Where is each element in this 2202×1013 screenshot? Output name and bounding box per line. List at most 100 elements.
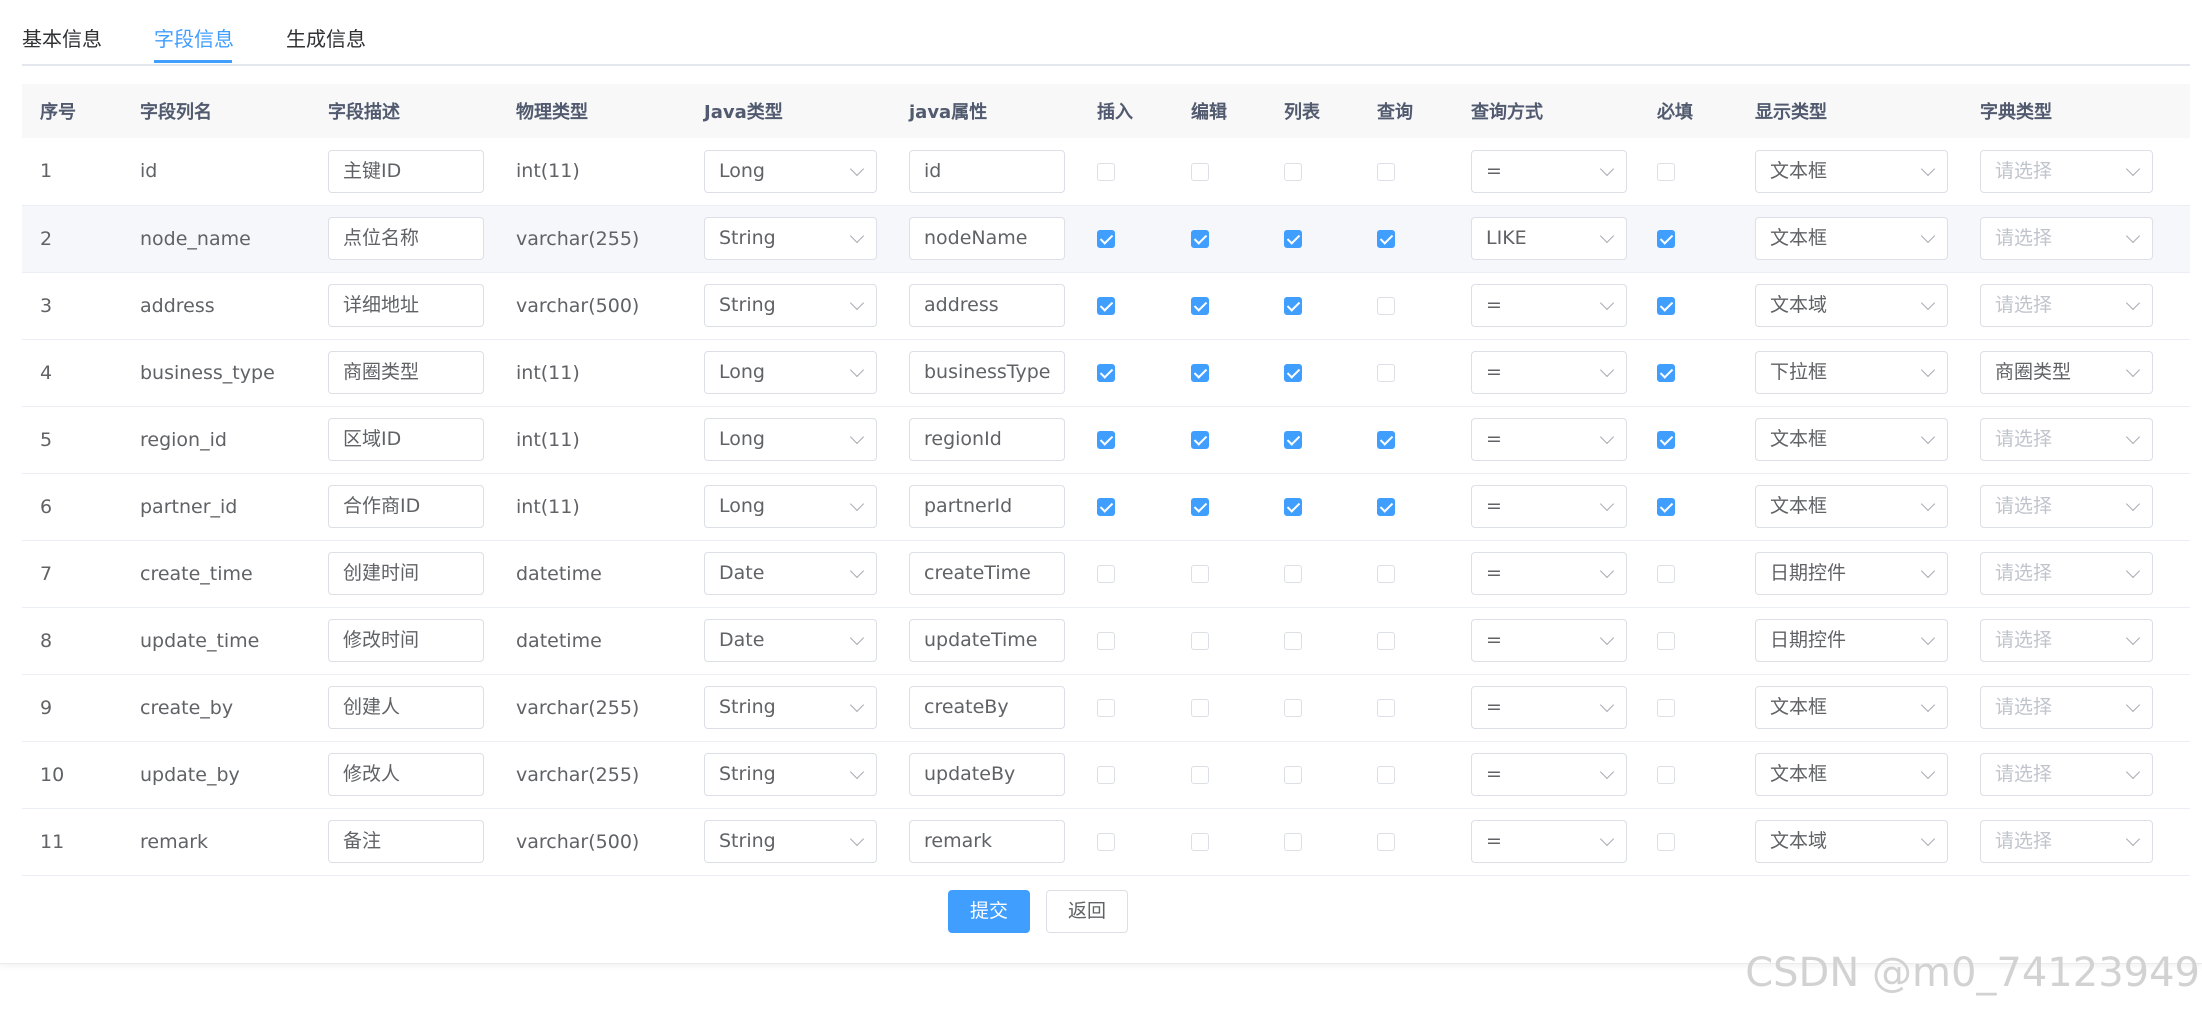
query-checkbox[interactable] xyxy=(1377,364,1395,382)
query-checkbox[interactable] xyxy=(1377,699,1395,717)
dict-type-select[interactable]: 请选择 xyxy=(1980,686,2153,729)
tab-basic-info[interactable]: 基本信息 xyxy=(22,23,102,52)
query-type-select[interactable]: = xyxy=(1471,485,1627,528)
tab-gen-info[interactable]: 生成信息 xyxy=(286,23,366,52)
html-type-select[interactable]: 文本框 xyxy=(1755,149,1948,193)
required-checkbox[interactable] xyxy=(1657,632,1675,650)
html-type-select[interactable]: 文本域 xyxy=(1755,820,1948,863)
edit-checkbox[interactable] xyxy=(1191,297,1209,315)
query-type-select[interactable]: = xyxy=(1471,418,1627,461)
insert-checkbox[interactable] xyxy=(1097,632,1115,650)
required-checkbox[interactable] xyxy=(1657,162,1675,181)
query-checkbox[interactable] xyxy=(1377,431,1395,449)
insert-checkbox[interactable] xyxy=(1097,431,1115,449)
query-checkbox[interactable] xyxy=(1377,162,1395,181)
query-checkbox[interactable] xyxy=(1377,833,1395,851)
edit-checkbox[interactable] xyxy=(1191,364,1209,382)
edit-checkbox[interactable] xyxy=(1191,431,1209,449)
description-input[interactable]: 创建人 xyxy=(328,686,484,729)
java-property-input[interactable]: remark xyxy=(909,820,1065,863)
html-type-select[interactable]: 日期控件 xyxy=(1755,619,1948,662)
description-input[interactable]: 创建时间 xyxy=(328,552,484,595)
insert-checkbox[interactable] xyxy=(1097,766,1115,784)
insert-checkbox[interactable] xyxy=(1097,565,1115,583)
list-checkbox[interactable] xyxy=(1284,766,1302,784)
description-input[interactable]: 修改时间 xyxy=(328,619,484,662)
html-type-select[interactable]: 下拉框 xyxy=(1755,351,1948,394)
java-type-select[interactable]: String xyxy=(704,753,877,796)
dict-type-select[interactable]: 商圈类型 xyxy=(1980,351,2153,394)
insert-checkbox[interactable] xyxy=(1097,162,1115,181)
dict-type-select[interactable]: 请选择 xyxy=(1980,284,2153,327)
query-type-select[interactable]: = xyxy=(1471,820,1627,863)
java-type-select[interactable]: String xyxy=(704,686,877,729)
description-input[interactable]: 备注 xyxy=(328,820,484,863)
list-checkbox[interactable] xyxy=(1284,632,1302,650)
java-property-input[interactable]: createTime xyxy=(909,552,1065,595)
dict-type-select[interactable]: 请选择 xyxy=(1980,217,2153,260)
edit-checkbox[interactable] xyxy=(1191,162,1209,181)
java-property-input[interactable]: partnerId xyxy=(909,485,1065,528)
required-checkbox[interactable] xyxy=(1657,498,1675,516)
insert-checkbox[interactable] xyxy=(1097,833,1115,851)
query-checkbox[interactable] xyxy=(1377,230,1395,248)
required-checkbox[interactable] xyxy=(1657,565,1675,583)
edit-checkbox[interactable] xyxy=(1191,632,1209,650)
required-checkbox[interactable] xyxy=(1657,833,1675,851)
edit-checkbox[interactable] xyxy=(1191,498,1209,516)
html-type-select[interactable]: 文本框 xyxy=(1755,753,1948,796)
description-input[interactable]: 商圈类型 xyxy=(328,351,484,394)
dict-type-select[interactable]: 请选择 xyxy=(1980,753,2153,796)
list-checkbox[interactable] xyxy=(1284,364,1302,382)
java-type-select[interactable]: String xyxy=(704,217,877,260)
dict-type-select[interactable]: 请选择 xyxy=(1980,820,2153,863)
description-input[interactable]: 区域ID xyxy=(328,418,484,461)
html-type-select[interactable]: 文本框 xyxy=(1755,418,1948,461)
java-property-input[interactable]: businessType xyxy=(909,351,1065,394)
required-checkbox[interactable] xyxy=(1657,699,1675,717)
html-type-select[interactable]: 文本域 xyxy=(1755,284,1948,327)
description-input[interactable]: 合作商ID xyxy=(328,485,484,528)
html-type-select[interactable]: 日期控件 xyxy=(1755,552,1948,595)
insert-checkbox[interactable] xyxy=(1097,364,1115,382)
query-checkbox[interactable] xyxy=(1377,498,1395,516)
edit-checkbox[interactable] xyxy=(1191,699,1209,717)
insert-checkbox[interactable] xyxy=(1097,230,1115,248)
java-type-select[interactable]: String xyxy=(704,820,877,863)
required-checkbox[interactable] xyxy=(1657,364,1675,382)
query-type-select[interactable]: LIKE xyxy=(1471,217,1627,260)
tab-field-info[interactable]: 字段信息 xyxy=(154,23,234,52)
java-type-select[interactable]: Date xyxy=(704,552,877,595)
java-type-select[interactable]: Long xyxy=(704,149,877,193)
html-type-select[interactable]: 文本框 xyxy=(1755,217,1948,260)
description-input[interactable]: 主键ID xyxy=(328,149,484,193)
list-checkbox[interactable] xyxy=(1284,565,1302,583)
html-type-select[interactable]: 文本框 xyxy=(1755,686,1948,729)
edit-checkbox[interactable] xyxy=(1191,833,1209,851)
dict-type-select[interactable]: 请选择 xyxy=(1980,619,2153,662)
required-checkbox[interactable] xyxy=(1657,297,1675,315)
description-input[interactable]: 修改人 xyxy=(328,753,484,796)
list-checkbox[interactable] xyxy=(1284,699,1302,717)
java-property-input[interactable]: updateTime xyxy=(909,619,1065,662)
query-type-select[interactable]: = xyxy=(1471,149,1627,193)
java-property-input[interactable]: id xyxy=(909,149,1065,193)
list-checkbox[interactable] xyxy=(1284,230,1302,248)
description-input[interactable]: 点位名称 xyxy=(328,217,484,260)
back-button[interactable]: 返回 xyxy=(1046,890,1128,933)
java-property-input[interactable]: createBy xyxy=(909,686,1065,729)
list-checkbox[interactable] xyxy=(1284,297,1302,315)
query-checkbox[interactable] xyxy=(1377,565,1395,583)
dict-type-select[interactable]: 请选择 xyxy=(1980,552,2153,595)
query-type-select[interactable]: = xyxy=(1471,686,1627,729)
edit-checkbox[interactable] xyxy=(1191,565,1209,583)
java-property-input[interactable]: address xyxy=(909,284,1065,327)
java-property-input[interactable]: nodeName xyxy=(909,217,1065,260)
java-property-input[interactable]: regionId xyxy=(909,418,1065,461)
dict-type-select[interactable]: 请选择 xyxy=(1980,485,2153,528)
list-checkbox[interactable] xyxy=(1284,833,1302,851)
edit-checkbox[interactable] xyxy=(1191,230,1209,248)
query-type-select[interactable]: = xyxy=(1471,284,1627,327)
java-property-input[interactable]: updateBy xyxy=(909,753,1065,796)
description-input[interactable]: 详细地址 xyxy=(328,284,484,327)
